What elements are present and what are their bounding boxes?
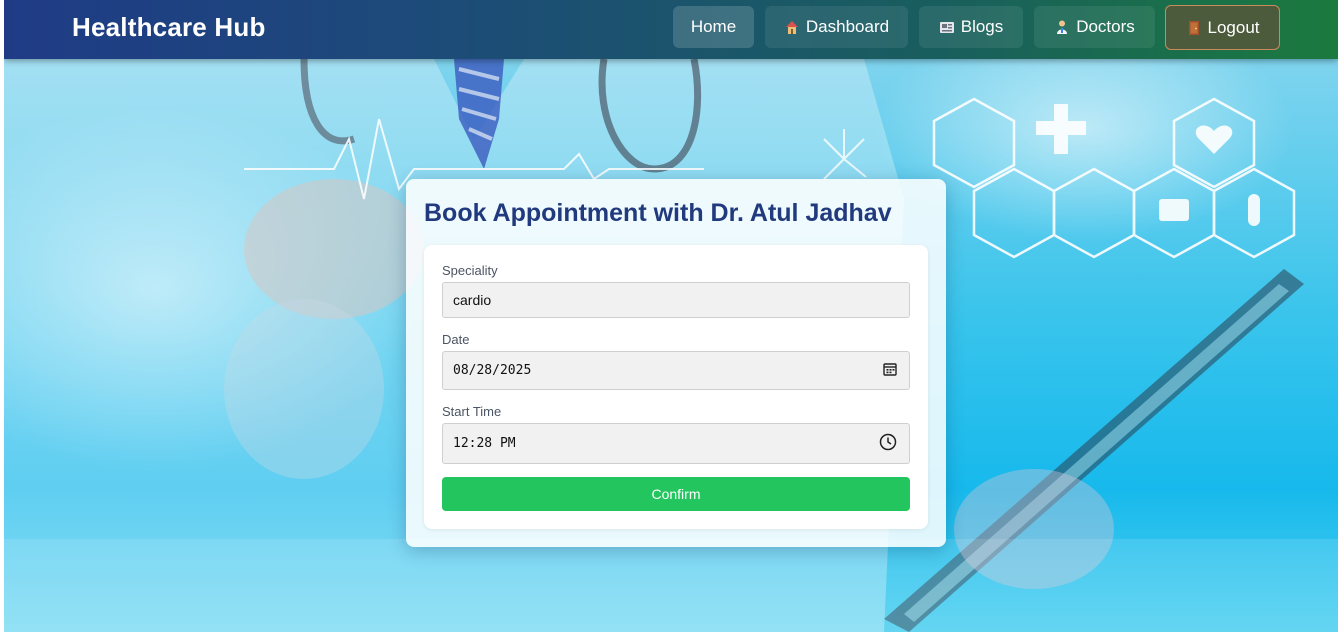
date-input[interactable]: 08/28/2025 [442, 351, 910, 390]
nav-home-label: Home [690, 17, 737, 36]
newspaper-icon [939, 19, 955, 35]
calendar-icon[interactable] [883, 362, 897, 380]
nav-blogs-button[interactable]: Blogs [919, 6, 1023, 48]
clock-icon[interactable] [879, 433, 897, 455]
appointment-form: Speciality cardio Date 08/28/2025 Start … [424, 245, 928, 529]
nav-doctors-label: Doctors [1076, 17, 1135, 36]
nav-dashboard-button[interactable]: Dashboard [765, 6, 908, 48]
top-navbar: Healthcare Hub Home Dashboard Blogs Doct… [4, 0, 1338, 59]
start-time-input[interactable]: 12:28 PM [442, 423, 910, 464]
nav-logout-label: Logout [1207, 17, 1260, 37]
nav-dashboard-label: Dashboard [805, 17, 890, 36]
confirm-button[interactable]: Confirm [442, 477, 910, 511]
door-icon [1186, 20, 1202, 36]
brand-title[interactable]: Healthcare Hub [72, 12, 266, 43]
speciality-label: Speciality [442, 263, 498, 278]
start-time-label: Start Time [442, 404, 502, 419]
speciality-value: cardio [453, 292, 492, 308]
nav-blogs-label: Blogs [960, 17, 1004, 36]
nav-logout-button[interactable]: Logout [1165, 5, 1280, 50]
appointment-card: Book Appointment with Dr. Atul Jadhav Sp… [406, 179, 946, 547]
date-value: 08/28/2025 [453, 363, 532, 378]
date-label: Date [442, 332, 470, 347]
appointment-title: Book Appointment with Dr. Atul Jadhav [424, 199, 892, 227]
app-frame: Healthcare Hub Home Dashboard Blogs Doct… [4, 0, 1338, 632]
nav-doctors-button[interactable]: Doctors [1034, 6, 1155, 48]
house-icon [784, 19, 800, 35]
confirm-label: Confirm [651, 486, 701, 502]
start-time-value: 12:28 PM [453, 436, 516, 451]
nav-home-button[interactable]: Home [673, 6, 754, 48]
speciality-input[interactable]: cardio [442, 282, 910, 318]
doctor-icon [1054, 19, 1070, 35]
